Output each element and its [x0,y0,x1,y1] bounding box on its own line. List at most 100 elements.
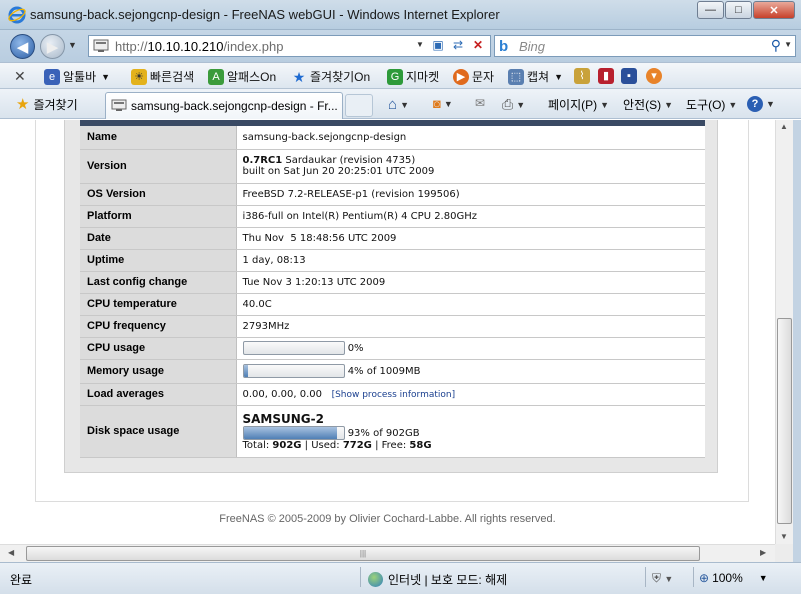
quicksearch-icon: ☀ [131,68,147,85]
date-value: Thu Nov 5 18:48:56 UTC 2009 [236,227,705,250]
security-zone[interactable]: 인터넷 | 보호 모드: 해제 [368,571,507,588]
save-icon[interactable]: ▪ [621,68,637,84]
table-row: CPU frequency 2793MHz [80,315,705,338]
broom-icon[interactable]: ⌇ [574,68,590,84]
url-dropdown-icon[interactable]: ▼ [411,40,429,56]
hostname-value: samsung-back.sejongcnp-design [236,126,705,150]
disk-usage-bar [242,425,345,440]
system-info-table: Name samsung-back.sejongcnp-design Versi… [80,126,705,458]
platform-value: i386-full on Intel(R) Pentium(R) 4 CPU 2… [236,205,705,228]
toolbar-item-sms[interactable]: ▶ 문자 [453,68,494,85]
stop-icon[interactable]: ✕ [469,38,487,54]
home-icon[interactable]: ⌂ ▼ [388,96,409,113]
search-icon[interactable]: ⚲ [771,37,781,54]
row-label: Date [80,227,237,250]
sms-icon: ▶ [453,68,469,85]
row-label: Uptime [80,249,237,272]
search-box[interactable]: b Bing ⚲ ▼ [494,35,796,57]
vertical-scroll-thumb[interactable] [777,318,792,524]
address-row: ◀ ▶ ▼ http://10.10.10.210/index.php ▼ ▣ … [0,30,801,62]
maximize-button[interactable]: □ [725,1,752,19]
page-footer: FreeNAS © 2005-2009 by Olivier Cochard-L… [219,513,556,525]
table-row: Version 0.7RC1 Sardaukar (revision 4735)… [80,149,705,184]
show-process-info-link[interactable]: Show process information [335,390,452,400]
altoolbar-icon: e [44,68,60,85]
toolbar-item-quicksearch[interactable]: ☀ 빠른검색 [131,68,194,85]
history-dropdown-icon[interactable]: ▼ [68,40,77,50]
disk-usage-fill [243,426,337,439]
status-bar: 완료 인터넷 | 보호 모드: 해제 ⛨ ▼ ⊕ 100% ▼ [0,562,801,594]
book-icon[interactable]: ▮ [598,68,614,84]
protected-mode-icon[interactable]: ⛨ ▼ [652,571,673,586]
new-tab-button[interactable] [345,94,373,117]
bing-icon: b [499,38,509,55]
gmarket-icon: G [387,68,403,85]
row-label: CPU usage [80,337,237,360]
memory-usage-value: 4% of 1009MB [236,359,705,384]
tab-freenas[interactable]: samsung-back.sejongcnp-design - Fr... [105,92,343,119]
status-separator [693,567,694,587]
scroll-down-icon[interactable]: ▼ [780,532,788,541]
status-text: 완료 [10,573,33,587]
alpass-icon: A [208,68,224,85]
uptime-value: 1 day, 08:13 [236,249,705,272]
page-menu[interactable]: 페이지(P) ▼ [548,96,609,113]
os-version-value: FreeBSD 7.2-RELEASE-p1 (revision 199506) [236,183,705,206]
tools-menu[interactable]: 도구(O) ▼ [686,96,737,113]
print-icon[interactable]: ⎙ ▼ [502,96,525,113]
search-dropdown-icon[interactable]: ▼ [784,40,792,49]
safety-menu[interactable]: 안전(S) ▼ [623,96,673,113]
title-bar: samsung-back.sejongcnp-design - FreeNAS … [0,0,801,30]
toolbar-item-altoolbar[interactable]: e 알툴바 ▼ [44,68,110,85]
ie-logo-icon [8,6,26,24]
row-label: OS Version [80,183,237,206]
minimize-button[interactable]: — [697,1,724,19]
horizontal-scroll-thumb[interactable]: ||| [26,546,700,561]
scroll-right-icon[interactable]: ▶ [760,548,766,557]
table-row: Disk space usage SAMSUNG-2 93% of 902GB … [80,405,705,458]
scroll-up-icon[interactable]: ▲ [780,122,788,131]
disk-totals: Total: 902G | Used: 772G | Free: 58G [242,439,432,451]
memory-usage-fill [243,365,248,377]
globe-icon [368,572,383,587]
back-button[interactable]: ◀ [10,34,35,59]
forward-arrow-icon: ▶ [46,38,59,56]
scroll-left-icon[interactable]: ◀ [8,548,14,557]
table-row: Platform i386-full on Intel(R) Pentium(R… [80,205,705,228]
row-label: Version [80,149,237,184]
cpu-frequency-value: 2793MHz [236,315,705,338]
version-value: 0.7RC1 Sardaukar (revision 4735) built o… [236,149,705,184]
address-bar[interactable]: http://10.10.10.210/index.php ▼ ▣ ⇄ ✕ [88,35,491,57]
horizontal-scrollbar[interactable]: ◀ ||| ▶ [0,544,775,562]
favorites-button[interactable]: ★ 즐겨찾기 [16,95,78,113]
window-frame-edge [793,120,801,562]
zoom-control[interactable]: ⊕ 100% ▼ [699,571,768,585]
row-label: Disk space usage [80,405,237,458]
forward-button[interactable]: ▶ [40,34,65,59]
close-button[interactable]: ✕ [753,1,795,19]
back-arrow-icon: ◀ [16,38,29,56]
compat-view-icon[interactable]: ▣ [429,38,447,54]
toolbar-item-alpass[interactable]: A 알패스On [208,68,276,85]
refresh-icon[interactable]: ⇄ [449,38,467,54]
mail-icon[interactable]: ✉ [475,96,485,110]
row-label: Platform [80,205,237,228]
toolbar-item-capture[interactable]: ⬚ 캡쳐 ▼ [508,68,563,85]
disk-usage-value: SAMSUNG-2 93% of 902GB Total: 902G | Use… [236,405,705,458]
row-label: Last config change [80,271,237,294]
rss-icon[interactable]: ◙ ▼ [433,96,453,111]
toolbar-item-gmarket[interactable]: G 지마켓 [387,68,439,85]
table-row: Memory usage 4% of 1009MB [80,359,705,384]
help-menu[interactable]: ? ▼ [747,96,775,112]
memory-usage-bar [242,364,345,378]
toolbar-item-favorites-on[interactable]: ★ 즐겨찾기On [291,68,370,85]
vertical-scrollbar[interactable]: ▲ ▼ [775,120,793,544]
table-row: Date Thu Nov 5 18:48:56 UTC 2009 [80,227,705,250]
tab-page-icon [111,99,127,111]
search-input[interactable]: Bing [519,39,545,54]
menu-circle-icon[interactable]: ▾ [646,68,662,84]
table-row: CPU usage 0% [80,337,705,360]
toolbar-close-icon[interactable]: ✕ [14,68,26,85]
load-averages-value: 0.00, 0.00, 0.00 [Show process informati… [236,383,705,406]
url-text[interactable]: http://10.10.10.210/index.php [115,39,283,54]
